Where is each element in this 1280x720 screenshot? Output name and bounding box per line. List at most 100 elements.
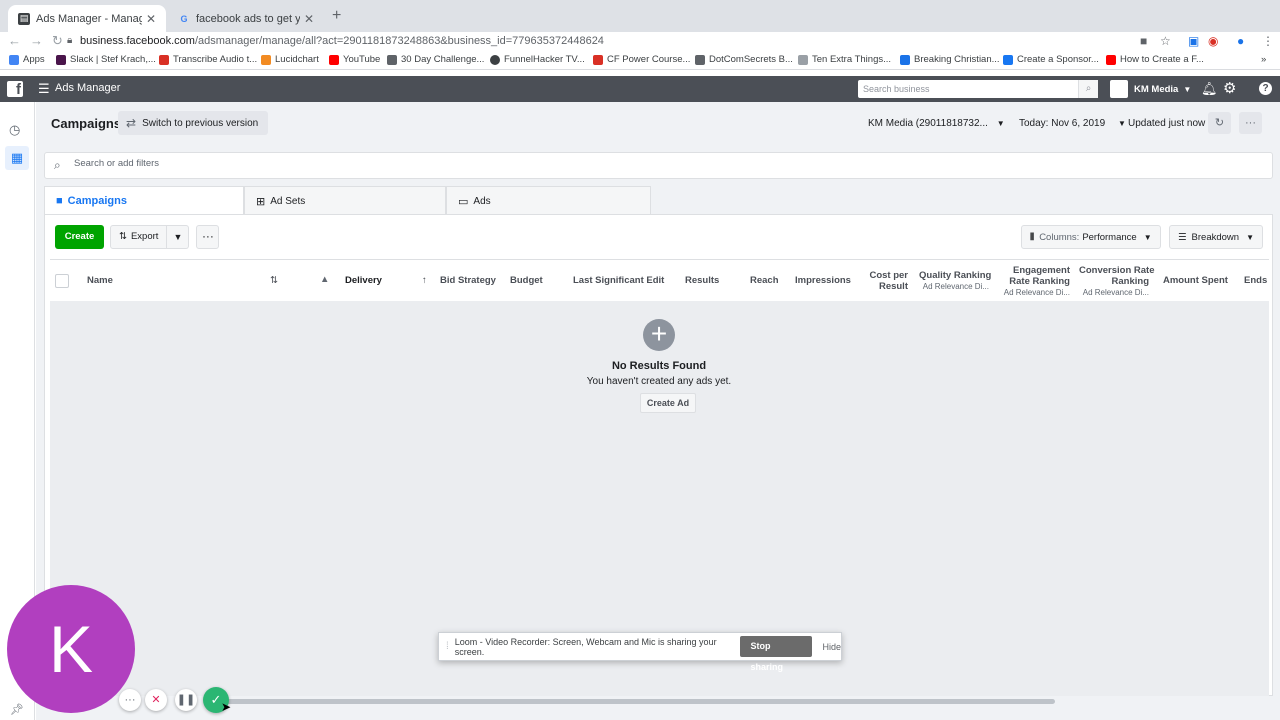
more-options-button[interactable]: ··· xyxy=(1239,112,1262,134)
browser-menu-icon[interactable]: ⋮ xyxy=(1262,34,1274,48)
bookmark-how-to-create[interactable]: How to Create a F... xyxy=(1106,54,1204,65)
extension-icon[interactable]: ▣ xyxy=(1188,34,1199,48)
bookmark-transcribe[interactable]: Transcribe Audio t... xyxy=(159,54,257,65)
horizontal-scrollbar[interactable] xyxy=(215,699,1055,704)
notifications-bell-icon[interactable]: 🔔︎ xyxy=(1201,81,1218,97)
tab-ads[interactable]: ▭ Ads xyxy=(446,186,651,215)
bookmarks-bar: Apps Slack | Stef Krach,... Transcribe A… xyxy=(0,52,1280,70)
column-header-delivery[interactable]: Delivery xyxy=(345,275,382,286)
column-header-impressions[interactable]: Impressions xyxy=(795,275,851,286)
bookmark-page-icon xyxy=(695,54,705,65)
bookmark-apps[interactable]: Apps xyxy=(9,54,45,65)
export-dropdown-button[interactable]: ▼ xyxy=(167,225,190,249)
hamburger-menu-icon[interactable]: ☰ xyxy=(38,81,50,97)
columns-selector[interactable]: ⦀ Columns: Performance ▼ xyxy=(1021,225,1161,249)
settings-gear-icon[interactable]: ⚙ xyxy=(1223,79,1236,97)
empty-state-subtitle: You haven't created any ads yet. xyxy=(586,376,732,387)
column-header-cost-per-result[interactable]: Cost per Result xyxy=(866,270,908,292)
loom-webcam-bubble[interactable]: K xyxy=(7,585,135,713)
column-header-budget[interactable]: Budget xyxy=(510,275,543,286)
bookmark-breaking-christian[interactable]: Breaking Christian... xyxy=(900,54,1000,65)
bookmark-youtube[interactable]: YouTube xyxy=(329,54,380,65)
create-ad-button[interactable]: Create Ad xyxy=(640,393,696,413)
date-range-selector[interactable]: Today: Nov 6, 2019 ▼ xyxy=(1019,118,1126,129)
browser-tab-strip: ▤ Ads Manager - Manage Ads ✕ G facebook … xyxy=(0,0,1280,32)
url-domain: business.facebook.com xyxy=(80,35,195,47)
column-header-results[interactable]: Results xyxy=(685,275,719,286)
column-header-engagement-ranking[interactable]: Engagement Rate Ranking Ad Relevance Di... xyxy=(1000,265,1070,297)
stop-sharing-button[interactable]: Stop sharing xyxy=(740,636,813,672)
bookmark-label: 30 Day Challenge... xyxy=(401,54,485,65)
loom-more-button[interactable]: ··· xyxy=(119,689,141,711)
bookmark-funnelhacker[interactable]: FunnelHacker TV... xyxy=(490,54,585,65)
youtube-icon xyxy=(329,54,339,65)
bookmark-create-sponsor[interactable]: Create a Sponsor... xyxy=(1003,54,1099,65)
tab-campaigns[interactable]: ■ Campaigns xyxy=(44,186,244,215)
column-header-ends[interactable]: Ends xyxy=(1244,275,1267,286)
search-business-input[interactable]: Search business ⌕ xyxy=(858,80,1098,98)
column-header-amount-spent[interactable]: Amount Spent xyxy=(1163,275,1228,286)
bookmark-dotcomsecrets[interactable]: DotComSecrets B... xyxy=(695,54,793,65)
search-icon: ⌕ xyxy=(54,158,61,172)
close-tab-icon[interactable]: ✕ xyxy=(146,12,156,26)
reload-icon[interactable]: ↻ xyxy=(52,33,63,49)
sort-icon[interactable]: ⇅ xyxy=(270,275,278,286)
search-filter-input[interactable] xyxy=(74,158,574,169)
column-sublabel: Ad Relevance Di... xyxy=(922,282,989,291)
url-field[interactable]: business.facebook.com/adsmanager/manage/… xyxy=(80,35,604,47)
bookmark-slack[interactable]: Slack | Stef Krach,... xyxy=(56,54,156,65)
updated-status: Updated just now xyxy=(1128,118,1206,129)
more-bookmarks-icon[interactable]: » xyxy=(1261,54,1266,65)
tab-ad-sets[interactable]: ⊞ Ad Sets xyxy=(244,186,446,215)
column-header-name[interactable]: Name xyxy=(87,275,113,286)
column-header-reach[interactable]: Reach xyxy=(750,275,779,286)
forward-icon[interactable]: → xyxy=(30,33,43,48)
profile-avatar-icon[interactable]: ● xyxy=(1237,34,1244,48)
hide-button[interactable]: Hide xyxy=(822,642,841,652)
back-icon[interactable]: ← xyxy=(8,33,21,48)
drag-handle-icon[interactable]: ⁞ xyxy=(446,641,449,652)
refresh-button[interactable]: ↻ xyxy=(1208,112,1231,134)
transcribe-icon xyxy=(159,54,169,65)
close-tab-icon[interactable]: ✕ xyxy=(304,12,314,26)
bookmark-star-icon[interactable]: ☆ xyxy=(1160,34,1171,48)
bookmark-ten-extra[interactable]: Ten Extra Things... xyxy=(798,54,891,65)
column-header-quality-ranking[interactable]: Quality Ranking Ad Relevance Di... xyxy=(919,270,991,291)
main-content: Campaigns ⇄ Switch to previous version K… xyxy=(36,102,1280,720)
new-tab-icon[interactable]: + xyxy=(332,7,341,25)
loom-pause-button[interactable]: ❚❚ xyxy=(175,689,197,711)
bookmark-cf-power[interactable]: CF Power Course... xyxy=(593,54,690,65)
column-label: Conversion Rate xyxy=(1079,265,1155,276)
search-icon[interactable]: ⌕ xyxy=(1078,80,1098,98)
column-label: Name xyxy=(87,275,113,286)
bookmark-label: Slack | Stef Krach,... xyxy=(70,54,156,65)
pin-icon[interactable]: 📌︎ xyxy=(10,703,24,716)
account-overview-icon[interactable]: ◷ xyxy=(9,122,20,138)
camera-icon[interactable]: ■ xyxy=(1140,34,1147,48)
bookmark-label: DotComSecrets B... xyxy=(709,54,793,65)
bookmark-30-day[interactable]: 30 Day Challenge... xyxy=(387,54,484,65)
bookmark-label: How to Create a F... xyxy=(1120,54,1204,65)
browser-tab-ads-manager[interactable]: ▤ Ads Manager - Manage Ads ✕ xyxy=(8,5,166,32)
bookmark-lucidchart[interactable]: Lucidchart xyxy=(261,54,319,65)
switch-version-button[interactable]: ⇄ Switch to previous version xyxy=(118,111,269,135)
create-button[interactable]: Create xyxy=(55,225,104,249)
export-button[interactable]: ⇅ Export xyxy=(110,225,168,249)
column-header-last-edit[interactable]: Last Significant Edit xyxy=(573,275,664,286)
browser-tab-google-search[interactable]: G facebook ads to get youtube s ✕ xyxy=(168,5,324,32)
loom-cancel-button[interactable]: ✕ xyxy=(145,689,167,711)
facebook-logo-icon[interactable]: f xyxy=(7,81,23,98)
toolbar-more-button[interactable]: ··· xyxy=(196,225,220,249)
column-header-conversion-ranking[interactable]: Conversion Rate Ranking Ad Relevance Di... xyxy=(1079,265,1155,297)
select-all-checkbox[interactable] xyxy=(55,274,69,288)
extension-icon[interactable]: ◉ xyxy=(1208,34,1218,48)
help-icon[interactable]: ? xyxy=(1259,82,1272,95)
campaigns-table-icon[interactable]: ▦ xyxy=(5,146,29,170)
column-header-bid-strategy[interactable]: Bid Strategy xyxy=(440,275,496,286)
tab-label: Ad Sets xyxy=(270,195,306,207)
breakdown-selector[interactable]: ☰ Breakdown ▼ xyxy=(1169,225,1263,249)
ad-account-selector[interactable]: KM Media (29011818732... ▼ xyxy=(868,118,1005,129)
account-switcher[interactable]: KM Media ▼ xyxy=(1110,80,1191,98)
column-label: Impressions xyxy=(795,275,851,286)
more-icon: ··· xyxy=(1245,117,1256,129)
